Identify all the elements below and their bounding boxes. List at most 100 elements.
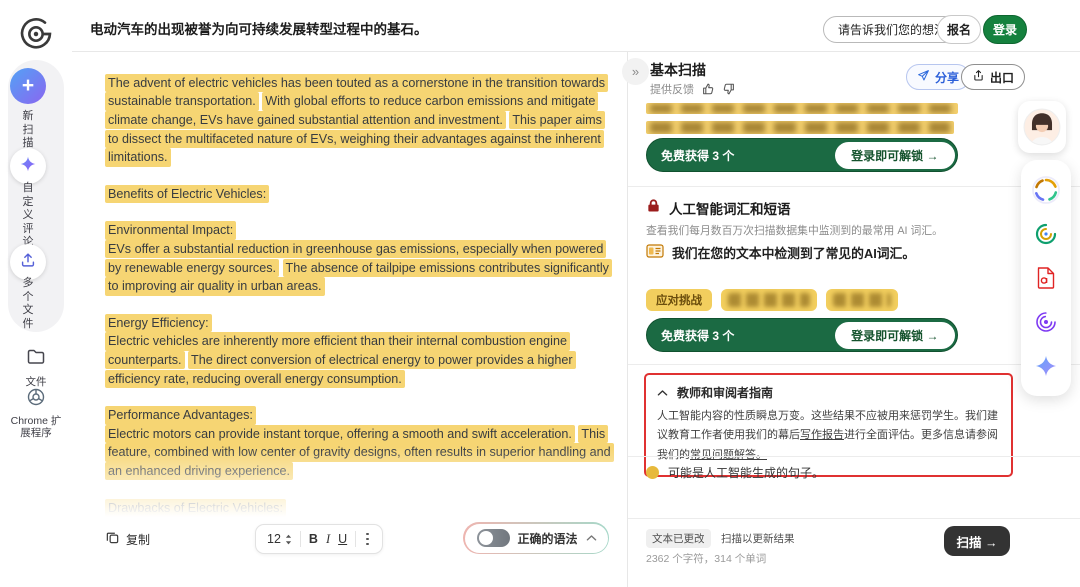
- ai-sentence-legend: 可能是人工智能生成的句子。: [646, 464, 824, 481]
- editor-pane: The advent of electric vehicles has been…: [72, 52, 627, 587]
- signup-button[interactable]: 报名: [937, 15, 981, 44]
- bold-button[interactable]: B: [309, 532, 318, 546]
- app-window: + 新扫描 自定义评论 多个文件: [0, 0, 1080, 587]
- unlock-banner[interactable]: 免费获得 3 个 登录即可解锁 →: [646, 318, 958, 352]
- sidebar-item-multiple-files[interactable]: 多个文件: [0, 277, 56, 331]
- scan-swirl-icon[interactable]: [1032, 220, 1060, 248]
- export-button[interactable]: 出口: [961, 64, 1025, 90]
- ai-vocab-header: 人工智能词汇和短语: [646, 198, 791, 218]
- grammar-toggle[interactable]: [477, 529, 510, 547]
- toolbar-divider: [355, 531, 356, 547]
- document-report-icon[interactable]: [1032, 264, 1060, 292]
- export-icon: [972, 69, 985, 85]
- sidebar-item-label: Chrome 扩展程序: [6, 415, 66, 439]
- ai-vocab-title: 人工智能词汇和短语: [669, 198, 791, 218]
- text-block: Benefits of Electric Vehicles:: [105, 185, 615, 204]
- panel-title: 基本扫描: [650, 60, 706, 80]
- rescan-hint: 扫描以更新结果: [721, 533, 795, 545]
- login-unlock-button[interactable]: 登录即可解锁 →: [835, 322, 954, 349]
- font-size-value: 12: [267, 532, 281, 546]
- gptzero-logo-icon[interactable]: [17, 15, 55, 53]
- writing-report-link[interactable]: 写作报告: [800, 429, 844, 441]
- copy-label: 复制: [126, 531, 150, 548]
- banner-offer-label: 免费获得 3 个: [661, 327, 734, 344]
- panel-divider: [628, 186, 1080, 187]
- blurred-result-line: [646, 121, 954, 134]
- feedback-label: 提供反馈: [650, 81, 694, 97]
- font-size-stepper[interactable]: 12: [267, 532, 292, 546]
- side-tools-panel: [1021, 160, 1071, 396]
- format-toolbar: 12 B I U: [255, 524, 383, 554]
- stepper-arrows-icon: [285, 534, 292, 545]
- teacher-guide-box: 教师和审阅者指南 人工智能内容的性质瞬息万变。这些结果不应被用来惩罚学生。我们建…: [644, 373, 1013, 477]
- panel-divider: [628, 456, 1080, 457]
- sidebar-item-custom-review[interactable]: 自定义评论: [0, 182, 56, 250]
- ai-vocab-subtitle: 查看我们每月数百万次扫描数据集中监测到的最常用 AI 词汇。: [646, 222, 943, 238]
- login-unlock-button[interactable]: 登录即可解锁 →: [835, 142, 954, 169]
- document-title: 电动汽车的出现被誉为向可持续发展转型过程中的基石。: [90, 18, 428, 38]
- italic-button[interactable]: I: [326, 532, 330, 547]
- lock-icon: [646, 198, 661, 218]
- collapse-panel-button[interactable]: »: [622, 58, 649, 85]
- more-options-button[interactable]: [364, 531, 371, 548]
- folder-icon: [26, 347, 46, 372]
- sidebar-item-new-scan[interactable]: 新扫描: [0, 110, 56, 151]
- assistant-avatar[interactable]: [1018, 101, 1066, 153]
- sparkle-star-icon[interactable]: [1032, 352, 1060, 380]
- blurred-vocab-tag: [826, 289, 898, 311]
- scan-button[interactable]: 扫描 →: [944, 526, 1010, 556]
- sidebar-item-label: 自定义评论: [22, 182, 35, 250]
- sidebar-item-files[interactable]: 文件: [0, 347, 72, 388]
- copy-button[interactable]: 复制: [105, 530, 150, 548]
- panel-divider: [628, 364, 1080, 365]
- unlock-banner[interactable]: 免费获得 3 个 登录即可解锁 →: [646, 138, 958, 172]
- vocab-tag: 应对挑战: [646, 289, 712, 311]
- word-count: 2362 个字符，314 个单词: [646, 551, 766, 566]
- editor-text[interactable]: The advent of electric vehicles has been…: [105, 74, 615, 529]
- feedback-row: 提供反馈: [650, 81, 736, 97]
- teacher-guide-title: 教师和审阅者指南: [677, 384, 773, 401]
- scan-score-ring-icon[interactable]: [1032, 176, 1060, 204]
- login-button[interactable]: 登录: [983, 15, 1027, 44]
- grammar-label: 正确的语法: [518, 530, 578, 547]
- blurred-result-line: [646, 103, 958, 114]
- sidebar-item-chrome-extension[interactable]: Chrome 扩展程序: [0, 387, 72, 439]
- text-block: Environmental Impact:EVs offer a substan…: [105, 222, 615, 296]
- scan-results-panel: » 基本扫描 提供反馈 分享: [627, 52, 1080, 587]
- grammar-control: 正确的语法: [463, 522, 609, 554]
- chevron-up-icon[interactable]: [657, 386, 668, 400]
- thumbs-up-icon[interactable]: [701, 82, 715, 96]
- blurred-vocab-tag: [721, 289, 817, 311]
- underline-button[interactable]: U: [338, 532, 347, 546]
- left-sidebar: + 新扫描 自定义评论 多个文件: [0, 0, 72, 587]
- yellow-dot-icon: [646, 466, 659, 479]
- text-block: Drawbacks of Electric Vehicles:: [105, 499, 615, 518]
- faq-link[interactable]: 常见问题解答。: [690, 449, 767, 461]
- sparkle-icon: [19, 155, 37, 178]
- custom-review-button[interactable]: [10, 148, 46, 184]
- text-block: Performance Advantages:Electric motors c…: [105, 406, 615, 480]
- text-block: The advent of electric vehicles has been…: [105, 74, 615, 167]
- detection-row: 我们在您的文本中检测到了常见的AI词汇。: [646, 243, 915, 262]
- ai-vocab-tags: 应对挑战: [646, 289, 898, 311]
- export-label: 出口: [990, 69, 1014, 86]
- text-changed-badge: 文本已更改: [646, 529, 711, 548]
- text-changed-row: 文本已更改 扫描以更新结果: [646, 529, 794, 548]
- thumbs-down-icon[interactable]: [722, 82, 736, 96]
- paper-plane-icon: [917, 69, 930, 85]
- new-scan-button[interactable]: +: [10, 68, 46, 104]
- upload-icon: [19, 251, 37, 274]
- banner-offer-label: 免费获得 3 个: [661, 147, 734, 164]
- chrome-icon: [26, 387, 46, 412]
- upload-files-button[interactable]: [10, 244, 46, 280]
- share-label: 分享: [935, 69, 959, 86]
- sidebar-item-label: 多个文件: [22, 277, 35, 331]
- spiral-icon[interactable]: [1032, 308, 1060, 336]
- legend-text: 可能是人工智能生成的句子。: [668, 464, 824, 481]
- toolbar-divider: [300, 531, 301, 547]
- text-block: Energy Efficiency:Electric vehicles are …: [105, 314, 615, 388]
- detection-text: 我们在您的文本中检测到了常见的AI词汇。: [672, 243, 915, 262]
- copy-icon: [105, 530, 120, 548]
- chevron-up-icon[interactable]: [586, 534, 597, 542]
- card-list-icon: [646, 244, 664, 261]
